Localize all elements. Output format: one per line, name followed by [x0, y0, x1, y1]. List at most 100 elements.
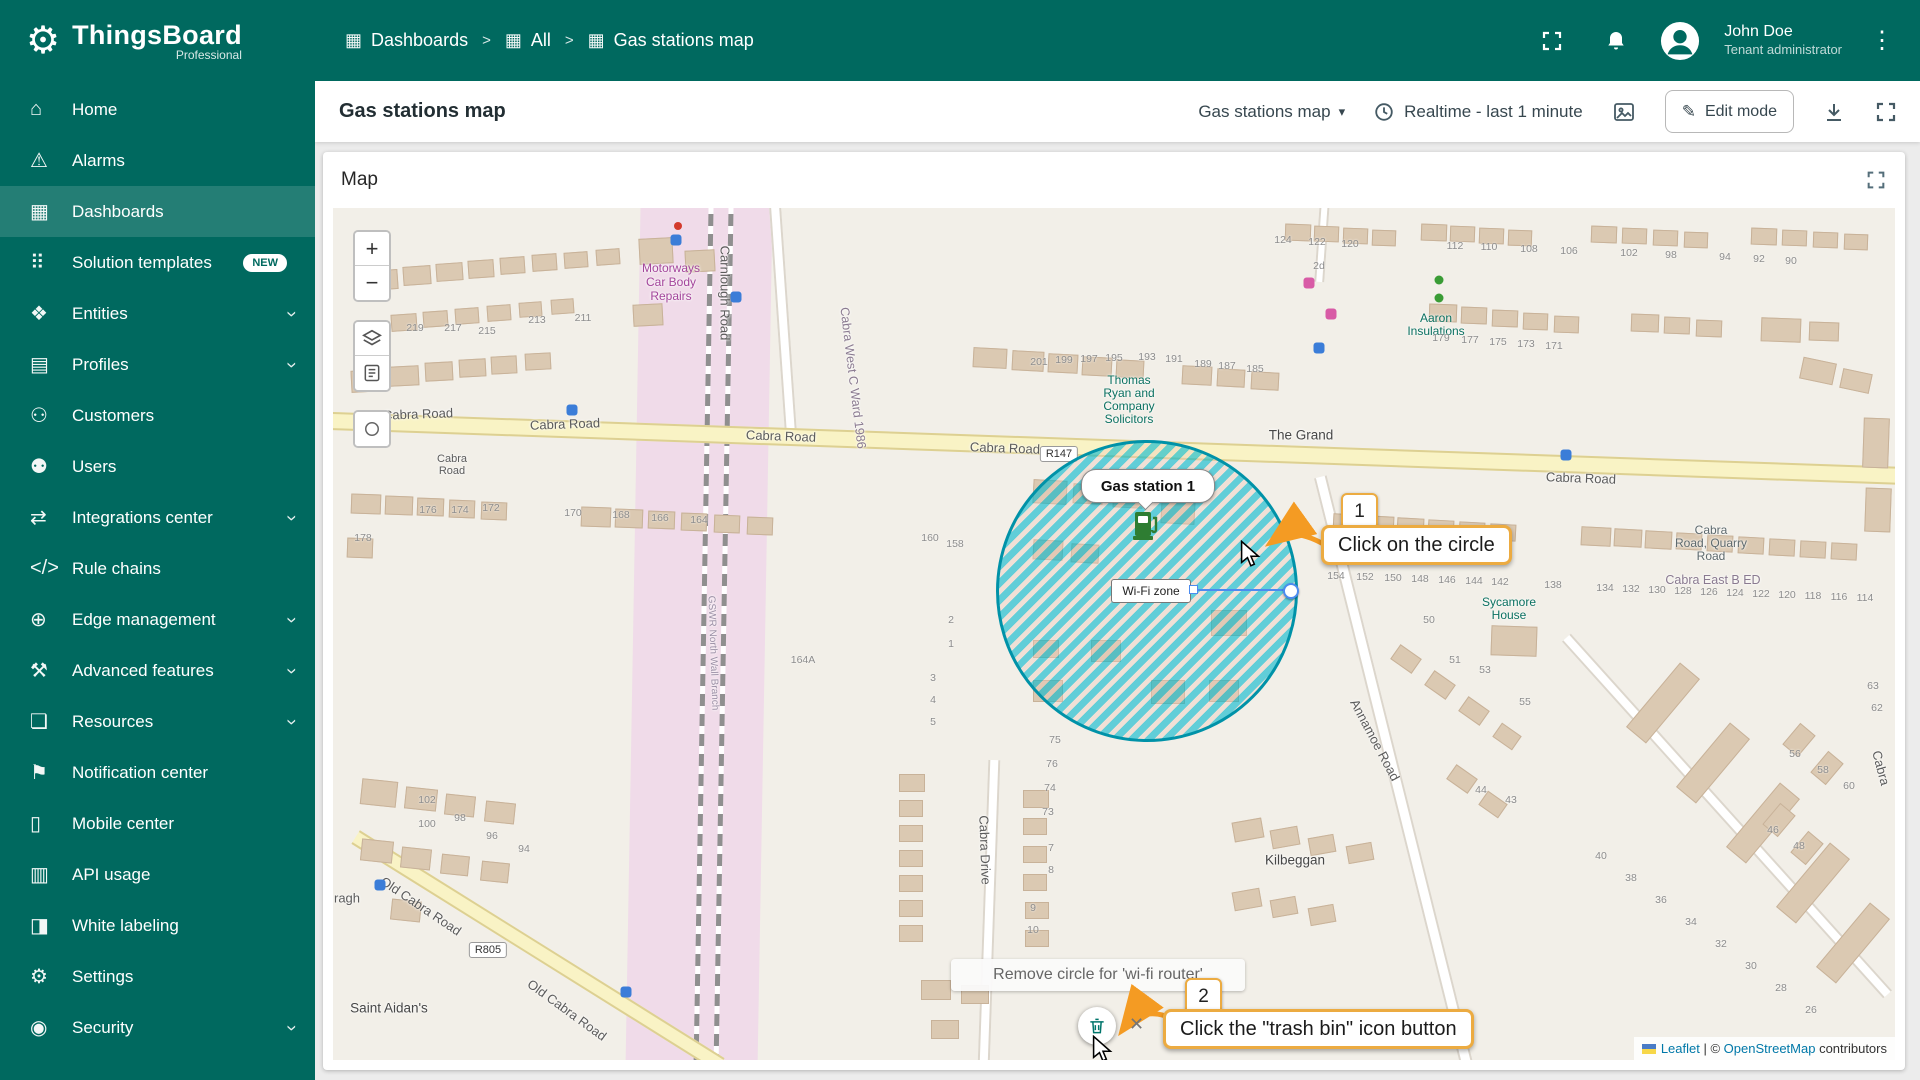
sidebar-item-notification-center[interactable]: ⚑ Notification center [0, 747, 315, 798]
map-marker-blue [1313, 342, 1325, 354]
export-image-button[interactable] [1611, 100, 1637, 124]
sidebar-item-customers[interactable]: ⚇ Customers [0, 390, 315, 441]
map-house-number: 171 [1545, 340, 1563, 352]
edit-mode-button[interactable]: ✎ Edit mode [1664, 90, 1794, 133]
close-icon[interactable]: ✕ [1129, 1014, 1144, 1035]
map-widget-title: Map [341, 169, 378, 190]
map-house-number: 2 [948, 614, 954, 626]
fullscreen-button[interactable] [1532, 21, 1572, 61]
sidebar-item-solution-templates[interactable]: ⠿ Solution templates NEW [0, 237, 315, 288]
map-house-number: 170 [564, 507, 582, 519]
map-label: Motorways [641, 261, 701, 275]
sidebar-item-security[interactable]: ◉ Security › [0, 1002, 315, 1053]
timewindow-button[interactable]: Realtime - last 1 minute [1373, 101, 1583, 123]
notifications-button[interactable] [1596, 21, 1636, 61]
sidebar-item-api-usage[interactable]: ▥ API usage [0, 849, 315, 900]
map-house-number: 120 [1341, 238, 1359, 250]
sidebar-item-label: Profiles [72, 354, 129, 374]
sidebar-item-rule-chains[interactable]: </> Rule chains [0, 543, 315, 594]
sidebar-item-label: Mobile center [72, 813, 175, 833]
circle-tool-icon [365, 422, 379, 436]
attribution-suffix: contributors [1815, 1041, 1887, 1056]
user-info: John Doe Tenant administrator [1724, 22, 1842, 60]
draw-circle-button[interactable] [355, 412, 389, 446]
sidebar-item-alarms[interactable]: ⚠ Alarms [0, 135, 315, 186]
sidebar-item-settings[interactable]: ⚙ Settings [0, 951, 315, 1002]
sidebar-item-resources[interactable]: ❏ Resources › [0, 696, 315, 747]
mobile-center-icon: ▯ [30, 813, 42, 835]
map-house-number: 102 [1620, 247, 1638, 259]
breadcrumb-separator: > [482, 32, 491, 49]
map-house-number: 32 [1715, 938, 1727, 950]
map-house-number: 40 [1595, 850, 1607, 862]
gas-station-marker[interactable] [1131, 508, 1161, 547]
leaflet-link[interactable]: Leaflet [1661, 1041, 1700, 1056]
map-house-number: 108 [1520, 243, 1538, 255]
advanced-features-icon: ⚒ [30, 660, 48, 682]
map-label: ragh [333, 890, 361, 906]
user-avatar[interactable] [1660, 21, 1700, 61]
bell-icon [1608, 31, 1624, 49]
map-house-number: 177 [1461, 334, 1479, 346]
circle-resize-handle[interactable] [1283, 583, 1299, 599]
map-label: Cabra Road [1545, 469, 1617, 487]
app-logo[interactable]: ⚙ ThingsBoard Professional [0, 20, 315, 62]
zoom-in-button[interactable]: + [355, 232, 389, 266]
fullscreen-icon [1876, 102, 1896, 121]
map-house-number: 176 [419, 504, 437, 516]
chevron-down-icon: › [281, 514, 302, 521]
map-marker-blue [730, 291, 742, 303]
dashboard-state-select[interactable]: Gas stations map ▾ [1198, 102, 1345, 122]
chevron-down-icon: › [281, 1024, 302, 1031]
map-house-number: 38 [1625, 872, 1637, 884]
sidebar-item-mobile-center[interactable]: ▯ Mobile center [0, 798, 315, 849]
sidebar-item-entities[interactable]: ❖ Entities › [0, 288, 315, 339]
sidebar-item-integrations-center[interactable]: ⇄ Integrations center › [0, 492, 315, 543]
dashboard-title: Gas stations map [339, 100, 506, 122]
layers-button[interactable] [355, 322, 389, 356]
map-house-number: 120 [1778, 589, 1796, 601]
zoom-out-button[interactable]: − [355, 266, 389, 300]
clock-icon [1375, 102, 1393, 121]
sidebar-item-home[interactable]: ⌂ Home [0, 84, 315, 135]
edit-mode-label: Edit mode [1704, 102, 1777, 120]
map-house-number: 46 [1767, 824, 1779, 836]
openstreetmap-link[interactable]: OpenStreetMap [1724, 1041, 1816, 1056]
map-label: Car Body [645, 275, 697, 289]
map-house-number: 26 [1805, 1004, 1817, 1016]
sidebar-item-advanced-features[interactable]: ⚒ Advanced features › [0, 645, 315, 696]
map-label: Road [438, 465, 466, 477]
widget-fullscreen-button[interactable] [1865, 169, 1887, 191]
more-menu-button[interactable]: ⋮ [1866, 26, 1898, 55]
map-house-number: 197 [1080, 353, 1098, 365]
solution-templates-icon: ⠿ [30, 252, 45, 274]
breadcrumb-item[interactable]: ▦ All [505, 30, 551, 51]
map-label: Cabra Road [529, 415, 601, 433]
sidebar-item-profiles[interactable]: ▤ Profiles › [0, 339, 315, 390]
map-label: Saint Aidan's [350, 1000, 428, 1016]
sidebar-item-edge-management[interactable]: ⊕ Edge management › [0, 594, 315, 645]
map-house-number: 76 [1046, 758, 1058, 770]
sidebar-item-white-labeling[interactable]: ◨ White labeling [0, 900, 315, 951]
toolbar-fullscreen-button[interactable] [1874, 100, 1898, 124]
leaflet-map[interactable]: Cabra Road Cabra Road Cabra Road Cabra Road… [333, 208, 1895, 1060]
download-button[interactable] [1822, 100, 1846, 124]
map-widget-header: Map [323, 152, 1905, 208]
map-house-number: 191 [1165, 353, 1183, 365]
circle-radius-vertex[interactable] [1189, 585, 1198, 594]
sidebar-item-users[interactable]: ⚉ Users [0, 441, 315, 492]
fullscreen-icon [1867, 171, 1885, 189]
rule-chains-icon: </> [30, 557, 59, 579]
map-legend-button[interactable] [355, 356, 389, 390]
map-label: Cabra Road [745, 427, 817, 445]
map-label: Cabra Drive [976, 815, 994, 885]
resources-icon: ❏ [30, 711, 48, 733]
sidebar-item-dashboards[interactable]: ▦ Dashboards [0, 186, 315, 237]
legend-icon [364, 364, 380, 382]
breadcrumb-item[interactable]: ▦ Gas stations map [588, 30, 754, 51]
breadcrumb-item[interactable]: ▦ Dashboards [345, 30, 468, 51]
download-icon [1827, 103, 1841, 121]
sidebar-item-label: Advanced features [72, 660, 214, 680]
breadcrumb: ▦ Dashboards > ▦ All > ▦ Gas stations map [345, 30, 754, 51]
map-house-number: 98 [454, 812, 466, 824]
